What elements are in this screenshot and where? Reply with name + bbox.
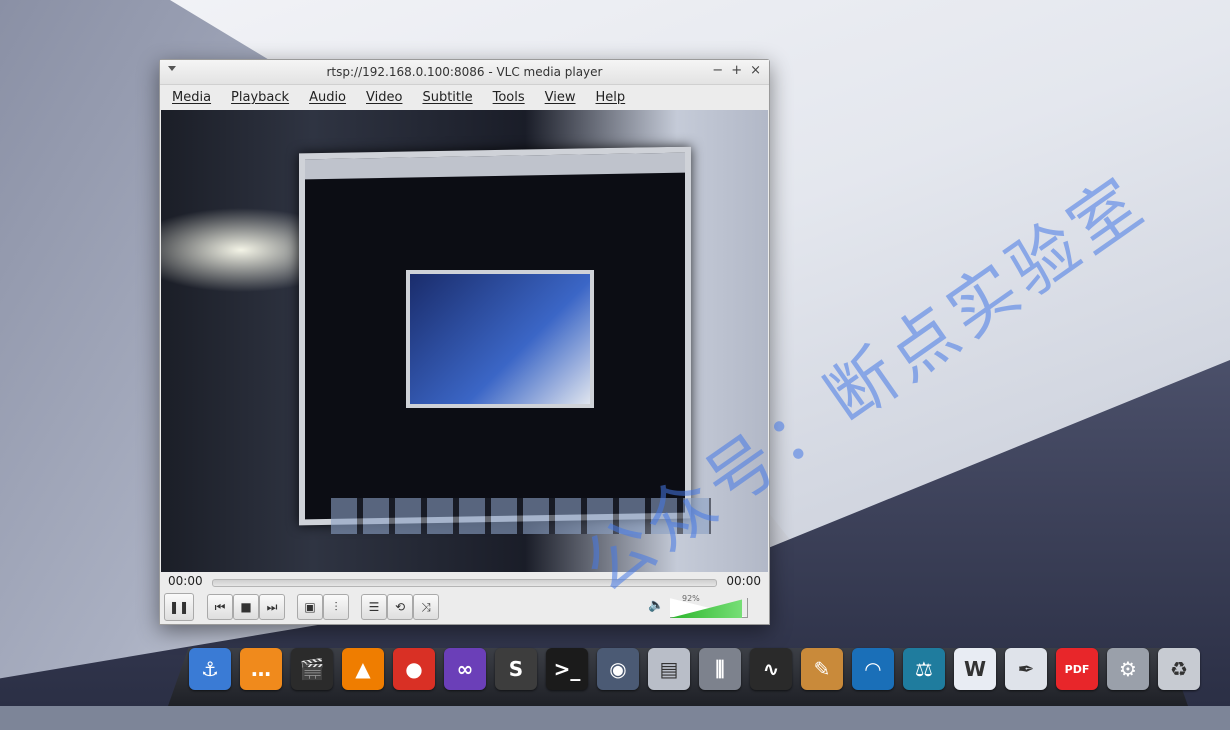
seek-slider[interactable] [212,579,717,587]
window-title: rtsp://192.168.0.100:8086 - VLC media pl… [326,65,603,79]
title-bar[interactable]: rtsp://192.168.0.100:8086 - VLC media pl… [160,60,769,85]
stop-icon: ■ [240,600,252,614]
next-icon: ⏭ [266,599,278,614]
elapsed-time: 00:00 [168,574,203,588]
menu-playback[interactable]: Playback [231,90,289,105]
volume-fill [670,598,742,618]
close-button[interactable]: × [750,63,761,78]
infinity-icon[interactable]: ∞ [444,648,486,690]
pdf-icon[interactable]: PDF [1056,648,1098,690]
menu-media[interactable]: Media [172,90,211,105]
equalizer-icon: ⫶ [334,599,338,614]
anchor-icon[interactable]: ⚓ [189,648,231,690]
playlist-icon: ☰ [368,600,380,614]
loop-button[interactable]: ⟲ [387,594,413,620]
extended-settings-button[interactable]: ⫶ [323,594,349,620]
vlc-icon[interactable]: ▲ [342,648,384,690]
menu-help[interactable]: Help [596,90,626,105]
playlist-button[interactable]: ☰ [361,594,387,620]
control-bar: 00:00 00:00 ❚❚ ⏮ ■ ⏭ ▣ ⫶ ☰ ⟲ ⤨ 🔈 92% [160,572,769,624]
dock-icons: ⚓… 🎬 ▲ ● ∞ S >_ ◉ ▤ ⫼ ∿ ✎ ◠ ⚖ W ✒ PDF ⚙ ♻ [189,648,1200,690]
previous-icon: ⏮ [214,599,226,614]
wireshark-icon[interactable]: ◠ [852,648,894,690]
minimize-button[interactable]: − [712,63,723,78]
camera-icon[interactable]: ◉ [597,648,639,690]
menu-bar: Media Playback Audio Video Subtitle Tool… [160,85,769,109]
system-monitor-icon[interactable]: ∿ [750,648,792,690]
video-output[interactable] [161,110,768,572]
previous-button[interactable]: ⏮ [207,594,233,620]
settings-icon[interactable]: ⚙ [1107,648,1149,690]
maximize-button[interactable]: + [731,63,742,78]
video-dock-reflection [331,498,711,534]
random-button[interactable]: ⤨ [413,594,439,620]
word-doc-icon[interactable]: W [954,648,996,690]
loop-icon: ⟲ [394,600,406,614]
pause-icon: ❚❚ [168,600,190,614]
stop-button[interactable]: ■ [233,594,259,620]
sublime-icon[interactable]: S [495,648,537,690]
chat-app-icon[interactable]: … [240,648,282,690]
inkscape-icon[interactable]: ✒ [1005,648,1047,690]
scale-icon[interactable]: ⚖ [903,648,945,690]
menu-view[interactable]: View [545,90,576,105]
file-cabinet-icon[interactable]: ▤ [648,648,690,690]
menu-audio[interactable]: Audio [309,90,346,105]
fullscreen-button[interactable]: ▣ [297,594,323,620]
trash-icon[interactable]: ♻ [1158,648,1200,690]
terminal-icon[interactable]: >_ [546,648,588,690]
remaining-time[interactable]: 00:00 [726,574,761,588]
menu-tools[interactable]: Tools [493,90,525,105]
volume-slider[interactable]: 92% [670,594,748,618]
menu-video[interactable]: Video [366,90,402,105]
video-inner-screen [406,270,594,408]
window-menu-icon[interactable] [168,66,176,71]
mixer-icon[interactable]: ⫼ [699,648,741,690]
random-icon: ⤨ [421,599,431,614]
vlc-window: rtsp://192.168.0.100:8086 - VLC media pl… [159,59,770,625]
chrome-icon[interactable]: ● [393,648,435,690]
fullscreen-icon: ▣ [304,600,316,614]
clapper-icon[interactable]: 🎬 [291,648,333,690]
pause-button[interactable]: ❚❚ [164,593,194,621]
menu-subtitle[interactable]: Subtitle [422,90,472,105]
volume-percent: 92% [682,594,700,603]
volume-icon[interactable]: 🔈 [648,598,664,613]
next-button[interactable]: ⏭ [259,594,285,620]
paint-icon[interactable]: ✎ [801,648,843,690]
